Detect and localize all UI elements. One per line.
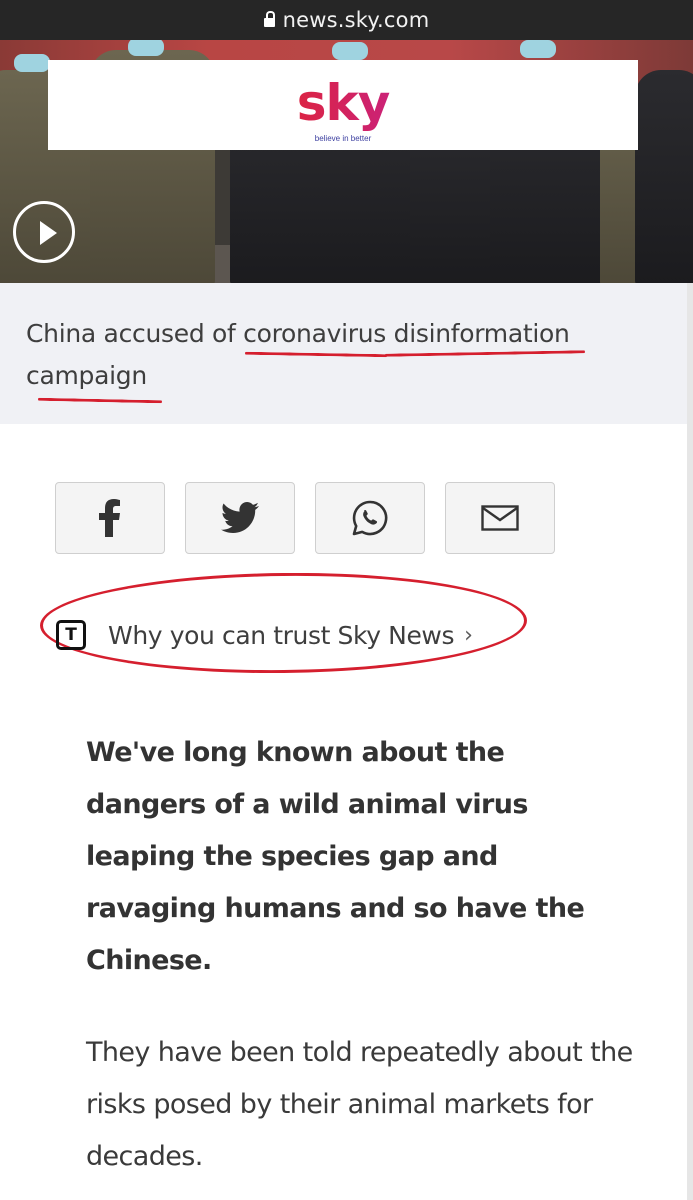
video-caption: China accused of coronavirus disinformat… xyxy=(0,283,693,424)
lock-icon xyxy=(263,10,275,27)
photo-figure xyxy=(635,70,693,283)
caption-line-2: campaign xyxy=(26,361,147,390)
annotation-underline xyxy=(37,397,163,404)
facebook-icon xyxy=(99,499,120,537)
url-text: news.sky.com xyxy=(282,8,430,32)
trust-t-icon: T xyxy=(56,620,86,650)
share-email-button[interactable] xyxy=(445,482,555,554)
play-button[interactable] xyxy=(13,201,75,263)
sky-logo: sky believe in better xyxy=(48,60,638,150)
trust-sky-news-link[interactable]: T Why you can trust Sky News › xyxy=(56,620,473,650)
article-paragraph: They have been told repeatedly about the… xyxy=(86,1037,633,1172)
hero-video[interactable]: sky believe in better xyxy=(0,40,693,283)
whatsapp-icon xyxy=(352,500,388,536)
twitter-icon xyxy=(221,502,259,533)
address-bar[interactable]: news.sky.com xyxy=(0,0,693,40)
share-facebook-button[interactable] xyxy=(55,482,165,554)
trust-link-label: Why you can trust Sky News xyxy=(108,620,455,650)
email-icon xyxy=(481,505,519,531)
article-lede: We've long known about the dangers of a … xyxy=(86,737,585,976)
share-whatsapp-button[interactable] xyxy=(315,482,425,554)
share-twitter-button[interactable] xyxy=(185,482,295,554)
photo-mask xyxy=(520,40,556,58)
play-icon xyxy=(40,221,57,245)
sky-logo-word: sky xyxy=(48,74,638,132)
photo-mask xyxy=(128,40,164,56)
photo-mask xyxy=(332,42,368,60)
page-edge xyxy=(687,283,693,1200)
photo-mask xyxy=(14,54,50,72)
chevron-right-icon: › xyxy=(464,622,473,648)
caption-line-1: China accused of coronavirus disinformat… xyxy=(26,319,570,348)
sky-logo-tagline: believe in better xyxy=(314,134,372,143)
